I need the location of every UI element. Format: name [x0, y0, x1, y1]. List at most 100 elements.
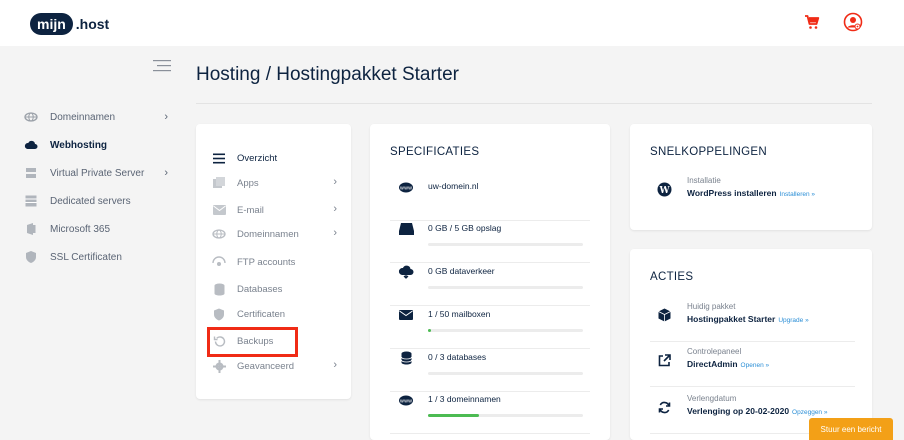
action-title: DirectAdmin Openen » — [687, 359, 769, 369]
database-icon — [212, 282, 226, 296]
rack-icon — [24, 194, 38, 208]
www-icon: www — [398, 179, 414, 195]
server-icon — [24, 166, 38, 180]
sidebar-item-domeinnamen[interactable]: Domeinnamen › — [24, 103, 174, 131]
sidebar-item-label: SSL Certificaten — [50, 251, 122, 263]
hosting-menu-card: Overzicht Apps › E-mail › Domeinnamen › … — [196, 124, 351, 399]
menu-item-ftp[interactable]: FTP accounts — [212, 252, 337, 272]
usage-bar — [428, 414, 583, 417]
action-caption: Verlengdatum — [687, 394, 737, 403]
highlight-box — [207, 327, 298, 357]
menu-item-label: Apps — [237, 177, 259, 189]
menu-item-label: E-mail — [237, 204, 264, 216]
usage-bar — [428, 286, 583, 289]
shortcut-title-text: WordPress installeren — [687, 188, 777, 198]
usage-bar — [428, 372, 583, 375]
spec-label: 0 / 3 databases — [428, 352, 487, 362]
apps-icon — [212, 176, 226, 190]
shortcut-caption: Installatie — [687, 176, 721, 185]
cloud-icon — [24, 138, 38, 152]
globe-icon — [212, 227, 226, 241]
shield-icon — [212, 307, 226, 321]
spec-row-domain: www uw-domein.nl — [390, 179, 590, 221]
chevron-right-icon: › — [333, 176, 337, 188]
sidebar: Domeinnamen › Webhosting Virtual Private… — [24, 103, 174, 271]
menu-item-overzicht[interactable]: Overzicht — [212, 148, 337, 168]
logo-part2: .host — [75, 16, 110, 32]
drive-icon — [398, 221, 414, 237]
cart-icon[interactable] — [804, 14, 820, 30]
divider — [196, 103, 872, 104]
spec-label: 0 GB / 5 GB opslag — [428, 223, 502, 233]
menu-item-certificaten[interactable]: Certificaten — [212, 304, 337, 324]
shortcut-title: WordPress installeren Installeren » — [687, 188, 815, 198]
database-icon — [398, 350, 414, 366]
sidebar-item-dedicated[interactable]: Dedicated servers — [24, 187, 174, 215]
logo[interactable]: mijn .host — [30, 13, 109, 35]
office-icon — [24, 222, 38, 236]
spec-label: uw-domein.nl — [428, 181, 479, 191]
cancel-link[interactable]: Opzeggen » — [792, 409, 827, 416]
action-caption: Huidig pakket — [687, 302, 736, 311]
action-title: Verlenging op 20-02-2020 Opzeggen » — [687, 406, 827, 416]
gear-icon — [212, 359, 226, 373]
www-icon: www — [398, 392, 414, 408]
usage-bar-fill — [428, 329, 432, 332]
menu-item-label: Overzicht — [237, 152, 278, 164]
chevron-right-icon: › — [164, 167, 168, 179]
page-title: Hosting / Hostingpakket Starter — [196, 64, 459, 85]
package-icon — [656, 307, 672, 323]
sidebar-item-label: Dedicated servers — [50, 195, 131, 207]
sidebar-item-webhosting[interactable]: Webhosting — [24, 131, 174, 159]
chevron-right-icon: › — [333, 359, 337, 371]
spec-row-databases: 0 / 3 databases — [390, 350, 590, 392]
sidebar-item-microsoft365[interactable]: Microsoft 365 — [24, 215, 174, 243]
svg-text:www: www — [400, 398, 412, 404]
sidebar-item-ssl[interactable]: SSL Certificaten — [24, 243, 174, 271]
snelkoppelingen-card: SNELKOPPELINGEN W Installatie WordPress … — [630, 124, 872, 230]
sidebar-item-label: Webhosting — [50, 139, 108, 151]
card-title: ACTIES — [650, 271, 694, 283]
open-link[interactable]: Openen » — [741, 362, 770, 369]
sidebar-item-label: Domeinnamen — [50, 111, 116, 123]
chat-button[interactable]: Stuur een bericht — [809, 418, 893, 440]
spec-row-domeinnamen: www 1 / 3 domeinnamen — [390, 392, 590, 434]
refresh-icon — [656, 399, 672, 415]
spec-row-mailboxen: 1 / 50 mailboxen — [390, 307, 590, 349]
mail-icon — [212, 203, 226, 217]
menu-item-email[interactable]: E-mail › — [212, 200, 337, 220]
hamburger-icon[interactable] — [153, 59, 171, 73]
menu-item-domeinnamen[interactable]: Domeinnamen › — [212, 224, 337, 244]
spec-label: 1 / 3 domeinnamen — [428, 394, 501, 404]
action-controlpanel: Controlepaneel DirectAdmin Openen » — [650, 347, 855, 387]
action-caption: Controlepaneel — [687, 347, 742, 356]
action-title: Hostingpakket Starter Upgrade » — [687, 314, 809, 324]
sidebar-item-label: Virtual Private Server — [50, 167, 145, 179]
spec-row-storage: 0 GB / 5 GB opslag — [390, 221, 590, 263]
upgrade-link[interactable]: Upgrade » — [778, 317, 808, 324]
ftp-icon — [212, 255, 226, 269]
logo-part1: mijn — [30, 13, 73, 35]
top-bar: mijn .host — [0, 0, 904, 46]
svg-text:www: www — [400, 185, 412, 191]
menu-item-geavanceerd[interactable]: Geavanceerd › — [212, 356, 337, 376]
chevron-right-icon: › — [333, 203, 337, 215]
spec-label: 0 GB dataverkeer — [428, 266, 495, 276]
cloud-transfer-icon — [398, 264, 414, 280]
card-title: SNELKOPPELINGEN — [650, 146, 767, 158]
action-title-text: Hostingpakket Starter — [687, 314, 776, 324]
spec-row-traffic: 0 GB dataverkeer — [390, 264, 590, 306]
user-icon[interactable] — [843, 12, 863, 32]
sidebar-item-vps[interactable]: Virtual Private Server › — [24, 159, 174, 187]
action-title-text: DirectAdmin — [687, 359, 738, 369]
menu-item-label: Certificaten — [237, 308, 286, 320]
globe-icon — [24, 110, 38, 124]
spec-label: 1 / 50 mailboxen — [428, 309, 491, 319]
install-link[interactable]: Installeren » — [780, 191, 815, 198]
action-title-text: Verlenging op 20-02-2020 — [687, 406, 790, 416]
list-icon — [212, 151, 226, 165]
menu-item-databases[interactable]: Databases — [212, 279, 337, 299]
usage-bar-fill — [428, 414, 480, 417]
chevron-right-icon: › — [333, 227, 337, 239]
menu-item-apps[interactable]: Apps › — [212, 173, 337, 193]
